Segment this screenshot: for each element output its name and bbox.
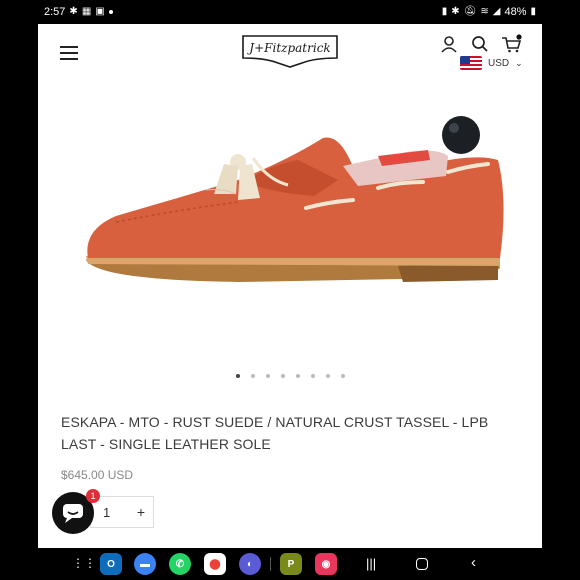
status-bar: 2:57 ✱ ▦ ▣ ▮ ✱ 🔕︎ ≋ ◢ 48% ▮: [38, 0, 542, 24]
recents-icon[interactable]: |||: [366, 556, 376, 571]
brand-logo[interactable]: J+Fitzpatrick: [240, 33, 340, 69]
logo-text: J+Fitzpatrick: [246, 41, 330, 55]
currency-label: USD: [488, 57, 510, 69]
image-status-icon: ▣: [95, 6, 105, 17]
grid-status-icon: ▦: [81, 6, 92, 17]
chat-icon: [63, 504, 83, 523]
settings-status-icon: ✱: [69, 6, 78, 17]
battery-percent: 48%: [504, 6, 527, 18]
product-price: $645.00 USD: [61, 468, 134, 482]
increase-quantity-button[interactable]: +: [137, 504, 145, 520]
search-icon[interactable]: [470, 34, 490, 54]
carousel-dot[interactable]: [265, 374, 270, 378]
status-time: 2:57: [44, 6, 66, 18]
carousel-dot[interactable]: [235, 374, 240, 378]
messages-app-icon[interactable]: ▬: [134, 553, 156, 575]
battery-icon: ▮: [530, 6, 536, 17]
cart-icon[interactable]: [501, 34, 522, 54]
carousel-dot[interactable]: [325, 374, 330, 378]
chat-badge: 1: [86, 489, 100, 503]
menu-icon[interactable]: [60, 46, 78, 60]
mute-status-icon: 🔕︎: [463, 6, 477, 17]
currency-selector[interactable]: USD ⌄: [460, 56, 523, 70]
navigation-bar: ⋮⋮⋮ O ▬ ✆ ⬤ ◐ P ◉ ||| ‹: [38, 548, 542, 580]
dock-divider: [270, 557, 271, 571]
maps-app-icon[interactable]: ⬤: [204, 553, 226, 575]
camera-app-icon[interactable]: ◉: [315, 553, 337, 575]
browser-app-icon[interactable]: ◐: [239, 553, 261, 575]
quantity-value: 1: [103, 504, 111, 520]
carousel-dot[interactable]: [295, 374, 300, 378]
carousel-dot[interactable]: [310, 374, 315, 378]
outlook-app-icon[interactable]: O: [100, 553, 122, 575]
carousel-dot[interactable]: [250, 374, 255, 378]
image-carousel-dots: [38, 374, 542, 378]
account-icon[interactable]: [439, 34, 459, 54]
lock-status-icon: ▮: [441, 6, 448, 17]
carousel-dot[interactable]: [280, 374, 285, 378]
device-frame: 2:57 ✱ ▦ ▣ ▮ ✱ 🔕︎ ≋ ◢ 48% ▮ J+Fitzpatric…: [0, 0, 580, 580]
chevron-down-icon: ⌄: [515, 57, 523, 68]
home-icon[interactable]: [416, 558, 428, 570]
product-image[interactable]: [38, 90, 542, 360]
carousel-dot[interactable]: [340, 374, 345, 378]
quantity-stepper[interactable]: 1 +: [90, 496, 154, 528]
whatsapp-app-icon[interactable]: ✆: [169, 553, 191, 575]
notification-dot-icon: [108, 10, 113, 14]
wifi-status-icon: ≋: [480, 6, 489, 17]
product-title: ESKAPA - MTO - RUST SUEDE / NATURAL CRUS…: [61, 414, 489, 452]
site-header: J+Fitzpatrick USD ⌄: [38, 24, 542, 84]
back-icon[interactable]: ‹: [471, 554, 476, 571]
page: J+Fitzpatrick USD ⌄ ESKAPA - MTO - RUST …: [38, 24, 542, 548]
us-flag-icon: [460, 56, 482, 70]
bluetooth-status-icon: ✱: [451, 6, 460, 17]
poshmark-app-icon[interactable]: P: [280, 553, 302, 575]
signal-status-icon: ◢: [492, 6, 501, 17]
